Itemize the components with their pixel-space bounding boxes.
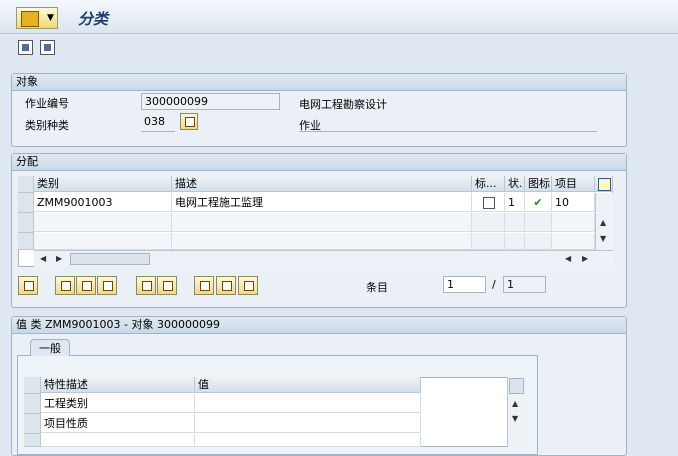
entry-current-field[interactable]: 1	[443, 276, 486, 293]
sort-ascending-icon[interactable]	[97, 276, 117, 295]
row-selector[interactable]	[24, 414, 41, 434]
search-icon[interactable]	[55, 276, 75, 295]
cell-value[interactable]	[195, 394, 421, 413]
scroll-thumb[interactable]	[70, 253, 150, 265]
col-header-item[interactable]: 项目	[552, 176, 595, 192]
cell-status[interactable]: 1	[505, 193, 525, 212]
cell-empty[interactable]	[34, 213, 172, 232]
application-toolbar	[0, 35, 678, 65]
col-header-class[interactable]: 类别	[34, 176, 172, 192]
scroll-left-icon[interactable]: ◀	[40, 254, 46, 263]
scroll-up-icon[interactable]: ▲	[600, 218, 606, 227]
table-settings-icon[interactable]	[595, 176, 613, 192]
col-header-characteristic[interactable]: 特性描述	[41, 377, 195, 393]
scroll-down-icon[interactable]: ▼	[600, 234, 606, 243]
other-object-icon[interactable]	[40, 40, 55, 55]
select-all-icon[interactable]	[194, 276, 214, 295]
delete-icon[interactable]	[157, 276, 177, 295]
job-no-description: 电网工程勘察设计	[299, 98, 387, 111]
scroll-down-icon[interactable]: ▼	[512, 414, 518, 423]
deselect-all-icon[interactable]	[216, 276, 236, 295]
cell-empty[interactable]	[34, 233, 172, 250]
cell-characteristic: 工程类别	[41, 394, 195, 413]
entry-total-field: 1	[503, 276, 546, 293]
cell-standard[interactable]	[472, 193, 505, 212]
standard-checkbox[interactable]	[483, 197, 495, 209]
cell-empty[interactable]	[552, 233, 595, 250]
row-selector[interactable]	[18, 233, 34, 250]
col-header-status[interactable]: 状.	[505, 176, 525, 192]
col-header-value[interactable]: 值	[195, 377, 421, 393]
sort-descending-icon[interactable]	[76, 276, 96, 295]
cell-empty	[525, 213, 552, 232]
scroll-right-icon[interactable]: ▶	[56, 254, 62, 263]
class-type-desc-underline	[299, 131, 597, 132]
cell-empty[interactable]	[172, 213, 472, 232]
job-no-field: 300000099	[141, 93, 280, 110]
values-group-header: 值 类 ZMM9001003 - 对象 300000099	[12, 317, 626, 334]
table-horizontal-scrollbar[interactable]: ◀ ▶ ◀ ▶	[34, 250, 613, 267]
chevron-down-icon: ▼	[47, 13, 54, 23]
cell-empty	[525, 233, 552, 250]
entry-separator: /	[492, 278, 496, 291]
cell-empty	[505, 233, 525, 250]
class-type-label: 类别种类	[25, 119, 69, 132]
cell-empty	[472, 213, 505, 232]
class-type-underline	[141, 131, 175, 132]
select-all-cell[interactable]	[18, 176, 34, 193]
scroll-thumb[interactable]	[509, 378, 524, 394]
row-selector[interactable]	[18, 213, 34, 233]
details-icon[interactable]	[18, 276, 38, 295]
cell-value[interactable]	[195, 414, 421, 433]
save-icon[interactable]	[18, 40, 33, 55]
assignment-group-header: 分配	[12, 154, 626, 171]
cell-empty[interactable]	[172, 233, 472, 250]
select-all-cell[interactable]	[24, 377, 41, 394]
col-header-standard[interactable]: 标...	[472, 176, 505, 192]
cell-empty[interactable]	[552, 213, 595, 232]
class-type-field: 038	[144, 115, 165, 128]
cell-empty	[505, 213, 525, 232]
cell-characteristic: 项目性质	[41, 414, 195, 433]
col-header-icon[interactable]: 图标	[525, 176, 552, 192]
scroll-up-icon[interactable]: ▲	[512, 399, 518, 408]
menu-icon	[21, 11, 39, 27]
page-title: 分类	[78, 10, 109, 28]
cell-class[interactable]: ZMM9001003	[34, 193, 172, 212]
job-no-label: 作业编号	[25, 97, 69, 110]
select-block-icon[interactable]	[238, 276, 258, 295]
class-type-lookup-icon[interactable]	[180, 113, 198, 130]
row-selector[interactable]	[18, 193, 34, 213]
characteristics-vertical-scrollbar[interactable]: ▲ ▼	[507, 377, 526, 447]
row-selector[interactable]	[24, 394, 41, 414]
scroll-right-icon[interactable]: ▶	[582, 254, 588, 263]
insert-row-icon[interactable]	[136, 276, 156, 295]
object-group-header: 对象	[12, 74, 626, 91]
table-vertical-scrollbar[interactable]: ▲ ▼	[595, 193, 613, 250]
system-menu-button[interactable]: ▼	[16, 7, 58, 29]
cell-empty	[472, 233, 505, 250]
scroll-left-icon[interactable]: ◀	[565, 254, 571, 263]
cell-item[interactable]: 10	[552, 193, 595, 212]
col-header-description[interactable]: 描述	[172, 176, 472, 192]
check-icon: ✔	[525, 193, 552, 212]
cell-description[interactable]: 电网工程施工监理	[172, 193, 472, 212]
tab-general[interactable]: 一般	[30, 339, 70, 356]
entry-label: 条目	[366, 281, 388, 294]
